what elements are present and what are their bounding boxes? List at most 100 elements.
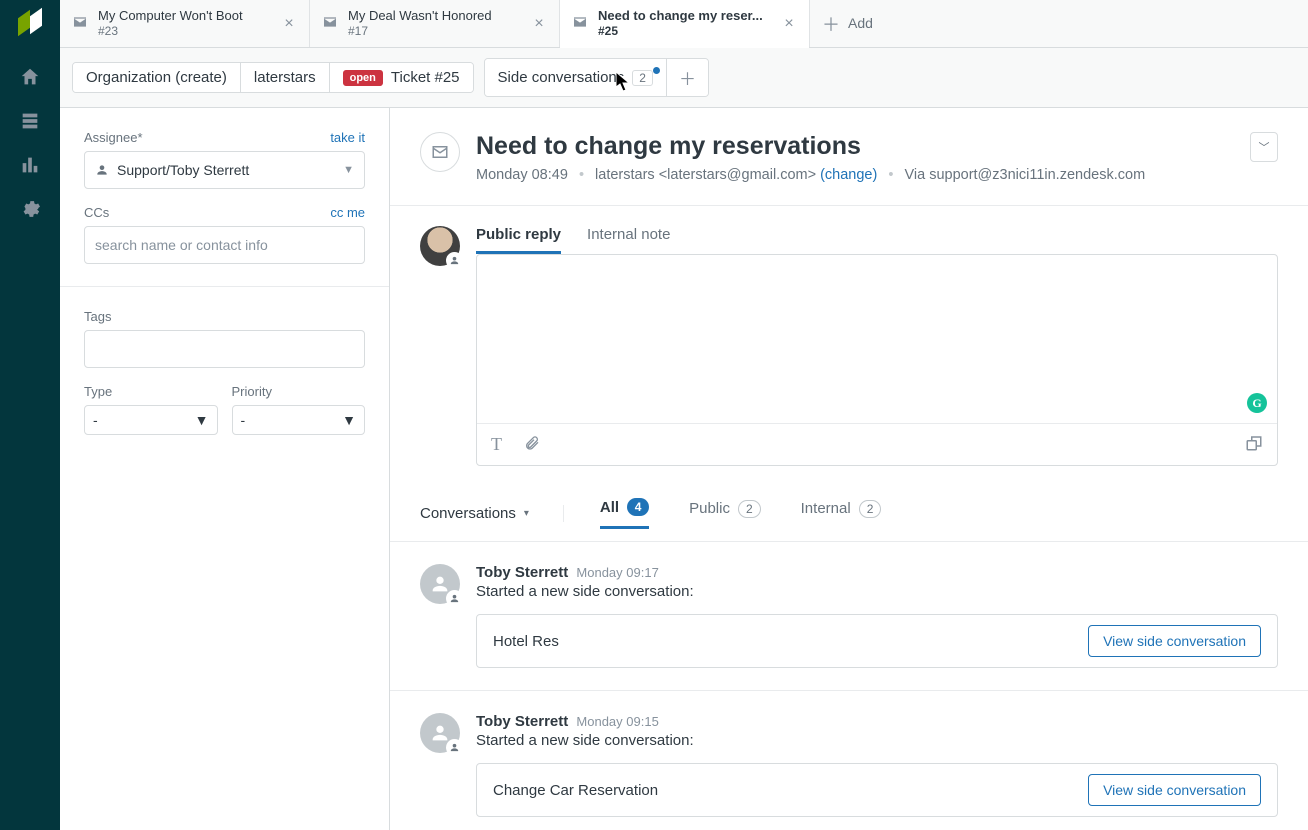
entry-time: Monday 09:17 <box>576 565 658 580</box>
side-conversation-card: Hotel Res View side conversation <box>476 614 1278 668</box>
workspace-tab[interactable]: Need to change my reser... #25 × <box>560 0 810 47</box>
chevron-down-icon: ▼ <box>342 412 356 428</box>
cc-me-link[interactable]: cc me <box>330 205 365 220</box>
priority-label: Priority <box>232 384 366 399</box>
reply-textarea[interactable] <box>477 255 1277 423</box>
mail-icon <box>420 132 460 172</box>
close-icon[interactable]: × <box>781 16 797 32</box>
type-label: Type <box>84 384 218 399</box>
ticket-via: Via support@z3nici11in.zendesk.com <box>904 167 1145 183</box>
close-icon[interactable]: × <box>531 16 547 32</box>
grammarly-icon[interactable] <box>1247 393 1267 413</box>
ticket-pill[interactable]: open Ticket #25 <box>330 63 473 92</box>
internal-count-badge: 2 <box>859 500 882 518</box>
take-it-link[interactable]: take it <box>330 130 365 145</box>
admin-icon[interactable] <box>17 196 43 222</box>
ticket-sidebar: Assignee* take it Support/Toby Sterrett … <box>60 108 390 830</box>
tags-label: Tags <box>84 309 365 324</box>
tab-subtitle: #23 <box>98 24 281 39</box>
side-conversations-count: 2 <box>632 70 653 86</box>
org-pill[interactable]: Organization (create) <box>73 63 241 92</box>
view-side-conversation-button[interactable]: View side conversation <box>1088 625 1261 657</box>
tab-title: My Deal Wasn't Honored <box>348 8 531 24</box>
conv-tab-public[interactable]: Public 2 <box>689 498 761 529</box>
assignee-label: Assignee* <box>84 130 143 145</box>
ccs-label: CCs <box>84 205 109 220</box>
tab-subtitle: #25 <box>598 24 781 39</box>
mail-icon <box>322 14 338 33</box>
conversations-menu[interactable]: Conversations ▾ <box>420 505 564 522</box>
user-avatar <box>420 713 460 753</box>
ticket-title: Need to change my reservations <box>476 132 1145 161</box>
side-conversations-pill[interactable]: Side conversations 2 <box>485 59 667 96</box>
home-icon[interactable] <box>17 64 43 90</box>
conversation-filter-bar: Conversations ▾ All 4 Public 2 Internal … <box>390 480 1308 542</box>
side-conversations-label: Side conversations <box>498 69 625 86</box>
requester-label: laterstars <box>254 69 316 86</box>
assignee-field[interactable]: Support/Toby Sterrett ▼ <box>84 151 365 189</box>
format-text-icon[interactable]: T <box>491 434 502 455</box>
mail-icon <box>72 14 88 33</box>
entry-event-text: Started a new side conversation: <box>476 732 1278 749</box>
entry-event-text: Started a new side conversation: <box>476 583 1278 600</box>
type-value: - <box>93 412 98 428</box>
agent-badge-icon <box>446 252 463 269</box>
ticket-meta: Monday 08:49 • laterstars <laterstars@gm… <box>476 167 1145 183</box>
add-label: Add <box>848 15 873 33</box>
nav-rail <box>0 0 60 830</box>
tags-input[interactable] <box>84 330 365 368</box>
reporting-icon[interactable] <box>17 152 43 178</box>
view-side-conversation-button[interactable]: View side conversation <box>1088 774 1261 806</box>
agent-badge-icon <box>446 590 463 607</box>
conv-tab-all[interactable]: All 4 <box>600 498 649 529</box>
conversation-entry: Toby Sterrett Monday 09:15 Started a new… <box>390 691 1308 830</box>
entry-author: Toby Sterrett <box>476 713 568 730</box>
side-conversation-card: Change Car Reservation View side convers… <box>476 763 1278 817</box>
tab-subtitle: #17 <box>348 24 531 39</box>
ticket-time: Monday 08:49 <box>476 167 568 183</box>
requester-pill[interactable]: laterstars <box>241 63 330 92</box>
add-tab-button[interactable]: ＋ Add <box>810 0 885 47</box>
agent-badge-icon <box>446 739 463 756</box>
conversations-menu-label: Conversations <box>420 505 516 522</box>
notification-dot <box>653 67 660 74</box>
priority-field[interactable]: - ▼ <box>232 405 366 435</box>
workspace-tabstrip: My Computer Won't Boot #23 × My Deal Was… <box>60 0 1308 48</box>
priority-value: - <box>241 412 246 428</box>
new-side-conversation-button[interactable]: ＋ <box>667 59 708 96</box>
person-icon <box>95 163 109 177</box>
views-icon[interactable] <box>17 108 43 134</box>
chevron-down-icon: ﹀ <box>1259 139 1270 155</box>
status-badge: open <box>343 70 383 86</box>
side-conversation-subject: Hotel Res <box>493 633 559 650</box>
attachment-icon[interactable] <box>524 435 540 454</box>
public-reply-tab[interactable]: Public reply <box>476 226 561 254</box>
close-icon[interactable]: × <box>281 16 297 32</box>
change-requester-link[interactable]: (change) <box>820 167 877 183</box>
entry-author: Toby Sterrett <box>476 564 568 581</box>
conversation-entry: Toby Sterrett Monday 09:17 Started a new… <box>390 542 1308 691</box>
chevron-down-icon: ▼ <box>195 412 209 428</box>
ticket-label: Ticket #25 <box>391 69 460 86</box>
ticket-options-button[interactable]: ﹀ <box>1250 132 1278 162</box>
reply-composer: Public reply Internal note T <box>390 206 1308 480</box>
internal-note-tab[interactable]: Internal note <box>587 226 670 254</box>
user-avatar <box>420 564 460 604</box>
side-conversation-subject: Change Car Reservation <box>493 782 658 799</box>
tab-title: My Computer Won't Boot <box>98 8 281 24</box>
brand-logo[interactable] <box>16 10 44 38</box>
workspace-tab[interactable]: My Computer Won't Boot #23 × <box>60 0 310 47</box>
macro-apply-icon[interactable] <box>1245 434 1263 455</box>
all-count-badge: 4 <box>627 498 649 516</box>
type-field[interactable]: - ▼ <box>84 405 218 435</box>
ticket-content: Need to change my reservations Monday 08… <box>390 108 1308 830</box>
conv-tab-internal[interactable]: Internal 2 <box>801 498 882 529</box>
ticket-header: Need to change my reservations Monday 08… <box>390 108 1308 206</box>
plus-icon: ＋ <box>822 11 840 37</box>
chevron-down-icon: ▾ <box>524 508 529 519</box>
ccs-input[interactable] <box>84 226 365 264</box>
workspace-tab[interactable]: My Deal Wasn't Honored #17 × <box>310 0 560 47</box>
ticket-requester-email: laterstars <laterstars@gmail.com> <box>595 167 816 183</box>
agent-avatar <box>420 226 460 266</box>
entry-time: Monday 09:15 <box>576 714 658 729</box>
